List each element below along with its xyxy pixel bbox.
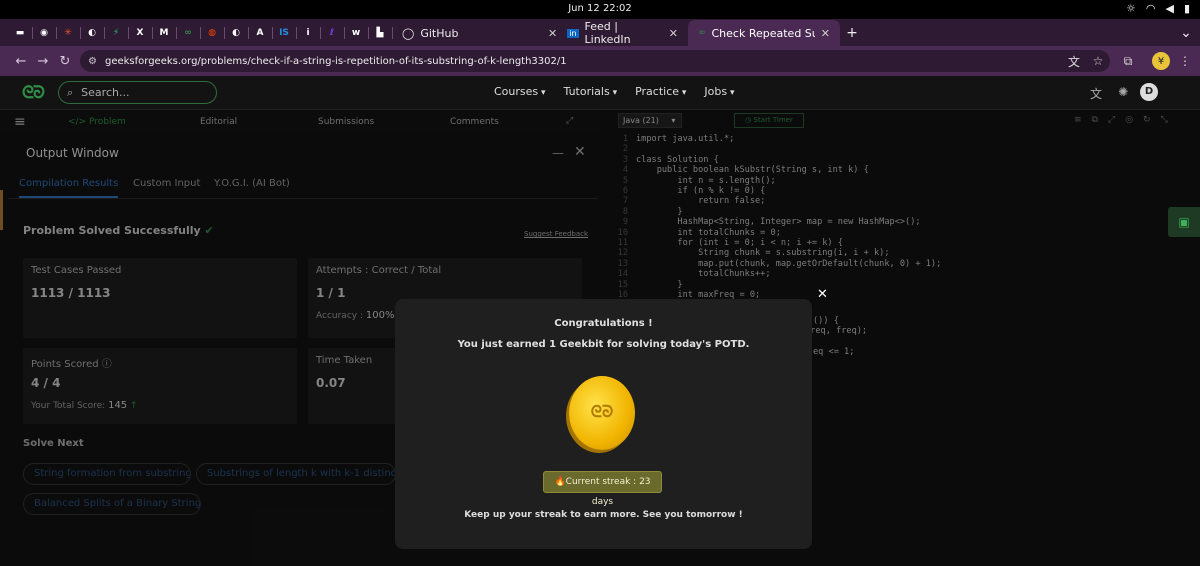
tab-linkedin[interactable]: ✕ in Feed | LinkedIn ✕ bbox=[538, 20, 688, 46]
github-icon: ◯ bbox=[402, 26, 415, 40]
tab-pinned-7-icon: M bbox=[159, 28, 169, 38]
tab-pinned-3[interactable]: ✳ bbox=[56, 20, 81, 46]
tab-pinned-3-icon: ✳ bbox=[64, 28, 72, 38]
extensions-icon[interactable]: ⧉ bbox=[1120, 53, 1136, 69]
tab-pinned-2[interactable]: ◉ bbox=[32, 20, 57, 46]
theme-toggle-icon[interactable]: ✺ bbox=[1118, 85, 1128, 102]
menu-jobs[interactable]: Jobs bbox=[704, 85, 734, 98]
new-tab-icon[interactable]: + bbox=[840, 20, 864, 46]
tab-active-label: Check Repeated Substrin bbox=[711, 26, 815, 40]
tab-github-label: GitHub bbox=[420, 26, 459, 40]
streak-badge: 🔥Current streak : 23 days bbox=[543, 471, 662, 507]
gfg-logo[interactable]: ᘓᘐ bbox=[22, 83, 45, 103]
address-bar[interactable]: ⚙ geeksforgeeks.org/problems/check-if-a-… bbox=[80, 50, 1110, 72]
tab-pinned-11-icon: A bbox=[256, 28, 264, 38]
system-clock[interactable]: Jun 12 22:02 bbox=[0, 3, 1200, 14]
tab-pinned-15-icon: w bbox=[351, 28, 361, 38]
wifi-icon: ◠ bbox=[1145, 2, 1156, 15]
congratulations-modal: Congratulations ! You just earned 1 Geek… bbox=[395, 299, 812, 549]
chat-icon[interactable]: ▣ bbox=[1168, 207, 1200, 237]
tab-pinned-14[interactable]: ℓ bbox=[320, 20, 345, 46]
volume-icon: ◀ bbox=[1165, 2, 1174, 15]
tab-pinned-7[interactable]: M bbox=[152, 20, 177, 46]
tab-pinned-15[interactable]: w bbox=[344, 20, 369, 46]
bookmark-star-icon[interactable]: ☆ bbox=[1090, 53, 1106, 69]
user-avatar[interactable]: D bbox=[1140, 83, 1158, 101]
tab-pinned-6[interactable]: X bbox=[128, 20, 153, 46]
tab-pinned-16[interactable]: ▙ bbox=[368, 20, 393, 46]
tab-active[interactable]: ∞ Check Repeated Substrin ✕ bbox=[688, 20, 840, 46]
forward-icon[interactable]: → bbox=[32, 54, 54, 69]
tab-pinned-1-icon: ▬ bbox=[15, 28, 25, 38]
tab-linkedin-label: Feed | LinkedIn bbox=[584, 20, 631, 46]
modal-footer: Keep up your streak to earn more. See yo… bbox=[464, 510, 743, 520]
tab-pinned-2-icon: ◉ bbox=[40, 28, 48, 38]
main-menu: Courses Tutorials Practice Jobs bbox=[494, 85, 735, 98]
tab-pinned-8-icon: ∞ bbox=[184, 28, 192, 38]
back-icon[interactable]: ← bbox=[10, 54, 32, 69]
coin-glyph: ᘓᘐ bbox=[590, 402, 614, 421]
menu-courses[interactable]: Courses bbox=[494, 85, 546, 98]
browser-toolbar: ← → ↻ ⚙ geeksforgeeks.org/problems/check… bbox=[0, 46, 1200, 76]
translate-icon[interactable]: 文 bbox=[1066, 53, 1082, 69]
tab-pinned-9[interactable]: ◍ bbox=[200, 20, 225, 46]
tab-pinned-10-icon: ◐ bbox=[232, 28, 240, 38]
tab-pinned-8[interactable]: ∞ bbox=[176, 20, 201, 46]
tab-pinned-9-icon: ◍ bbox=[208, 28, 216, 38]
battery-icon: ▮ bbox=[1183, 2, 1190, 15]
search-placeholder: Search... bbox=[81, 86, 130, 99]
left-edge-tab[interactable] bbox=[0, 190, 3, 230]
tab-search-icon[interactable]: ⌄ bbox=[1172, 20, 1200, 46]
gfg-tab-icon: ∞ bbox=[698, 28, 706, 38]
address-url: geeksforgeeks.org/problems/check-if-a-st… bbox=[104, 55, 567, 67]
browser-tab-strip: ▬ ◉ ✳ ◐ ⚡ X M ∞ ◍ ◐ A IS i ℓ w ▙ ◯ GitHub ✕ in Feed | Linked… bbox=[0, 19, 1200, 46]
tab-github[interactable]: ◯ GitHub bbox=[392, 20, 538, 46]
browser-menu-icon[interactable]: ⋮ bbox=[1178, 53, 1192, 69]
tab-pinned-6-icon: X bbox=[136, 28, 144, 38]
close-tab-icon[interactable]: ✕ bbox=[669, 27, 678, 40]
geekbit-coin-icon: ᘓᘐ bbox=[569, 376, 635, 450]
tab-pinned-4-icon: ◐ bbox=[88, 28, 96, 38]
tab-pinned-11[interactable]: A bbox=[248, 20, 273, 46]
tab-pinned-13-icon: i bbox=[306, 28, 310, 38]
modal-close-icon[interactable]: ✕ bbox=[817, 287, 828, 302]
search-icon: ⌕ bbox=[67, 85, 74, 99]
fire-icon: 🔥 bbox=[554, 477, 566, 487]
menu-practice[interactable]: Practice bbox=[635, 85, 686, 98]
tab-pinned-16-icon: ▙ bbox=[376, 28, 384, 38]
search-input[interactable]: ⌕ Search... bbox=[58, 81, 217, 104]
translate-site-icon[interactable]: 文 bbox=[1090, 85, 1102, 102]
system-top-bar: Jun 12 22:02 ☼ ◠ ◀ ▮ bbox=[0, 0, 1200, 19]
streak-text: Current streak : 23 days bbox=[565, 477, 651, 507]
tab-pinned-1[interactable]: ▬ bbox=[8, 20, 33, 46]
tab-pinned-12[interactable]: IS bbox=[272, 20, 297, 46]
tab-pinned-12-icon: IS bbox=[279, 28, 289, 38]
reload-icon[interactable]: ↻ bbox=[54, 54, 76, 69]
tab-pinned-5[interactable]: ⚡ bbox=[104, 20, 129, 46]
tab-pinned-14-icon: ℓ bbox=[329, 28, 335, 38]
tab-pinned-5-icon: ⚡ bbox=[112, 28, 120, 38]
close-tab-icon[interactable]: ✕ bbox=[821, 27, 830, 40]
system-tray[interactable]: ☼ ◠ ◀ ▮ bbox=[1126, 2, 1190, 15]
tab-pinned-4[interactable]: ◐ bbox=[80, 20, 105, 46]
linkedin-icon: in bbox=[567, 28, 579, 38]
brightness-icon: ☼ bbox=[1125, 2, 1136, 15]
modal-message: You just earned 1 Geekbit for solving to… bbox=[457, 339, 750, 350]
site-info-icon[interactable]: ⚙ bbox=[88, 56, 97, 67]
site-header: ᘓᘐ ⌕ Search... Courses Tutorials Practic… bbox=[0, 76, 1200, 110]
tab-pinned-10[interactable]: ◐ bbox=[224, 20, 249, 46]
profile-avatar[interactable]: ¥ bbox=[1152, 52, 1170, 70]
modal-title: Congratulations ! bbox=[554, 318, 653, 329]
menu-tutorials[interactable]: Tutorials bbox=[564, 85, 618, 98]
tab-pinned-13[interactable]: i bbox=[296, 20, 321, 46]
close-tab-icon[interactable]: ✕ bbox=[548, 27, 557, 40]
